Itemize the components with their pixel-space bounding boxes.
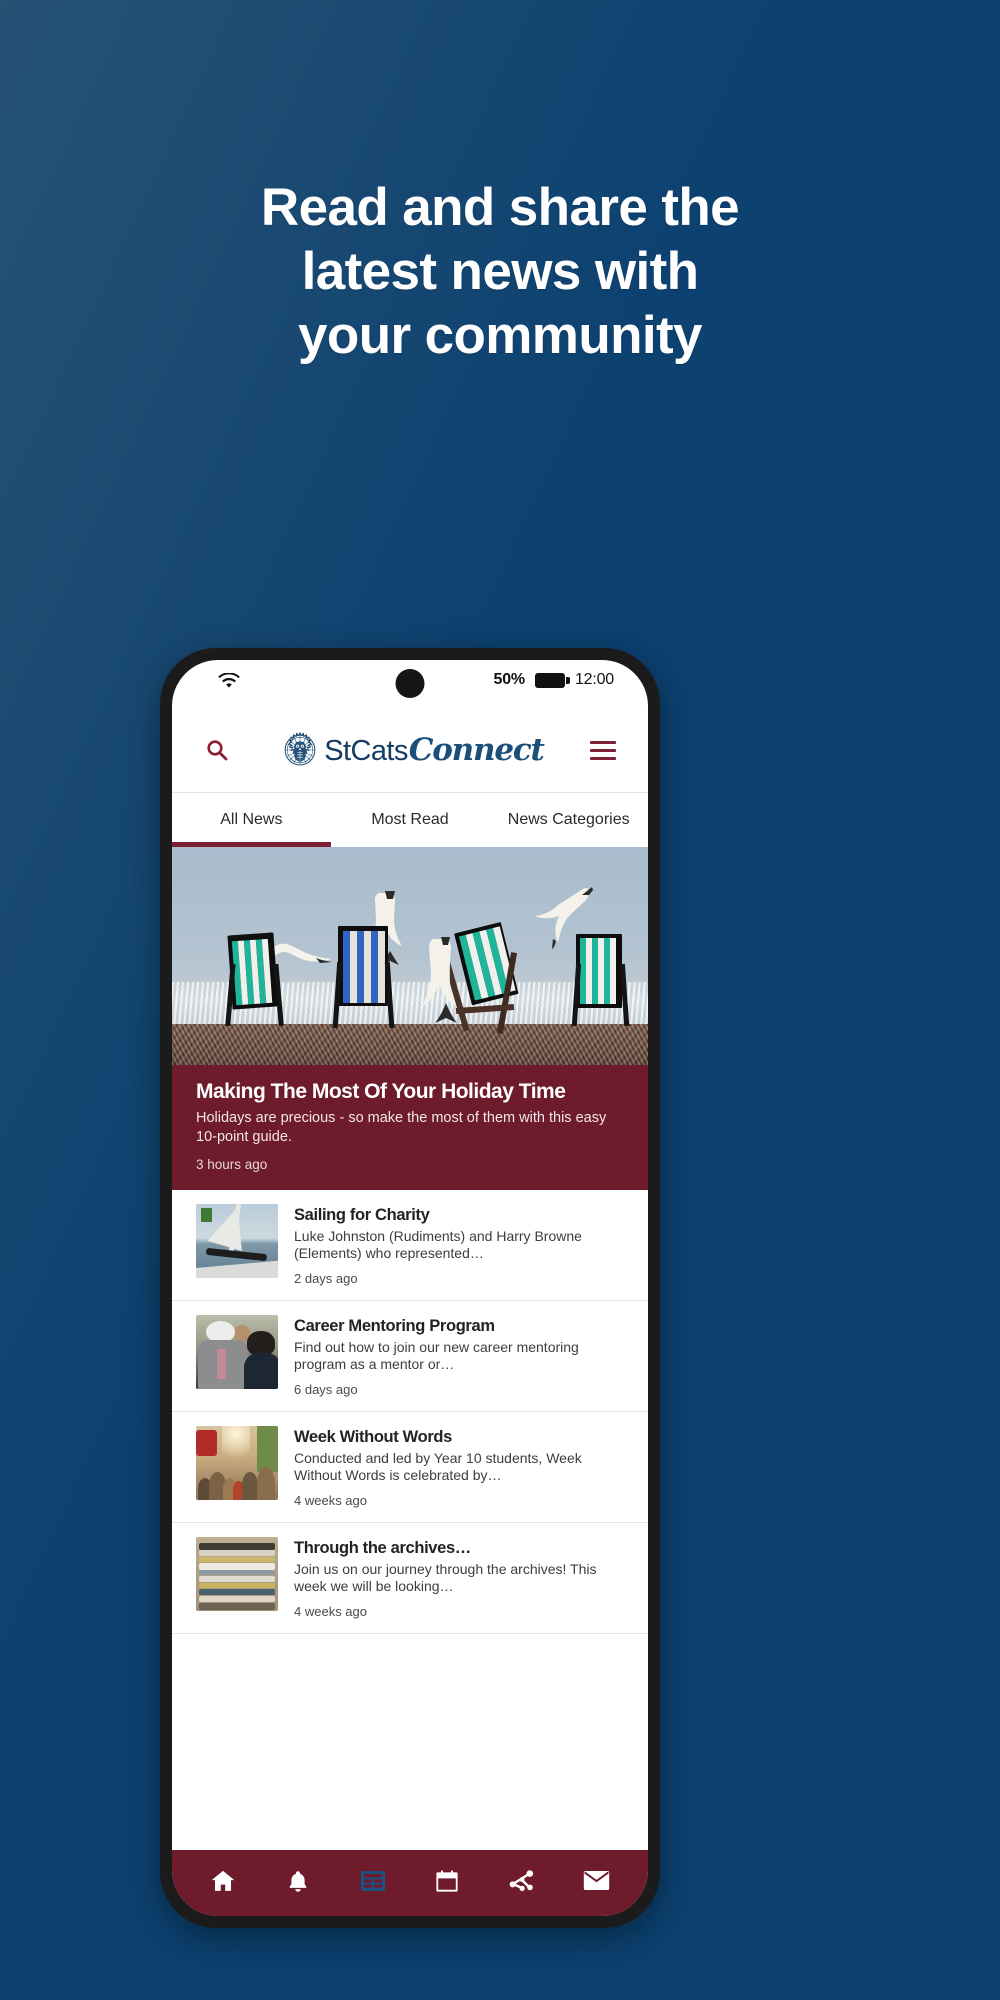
menu-bar-3	[590, 756, 616, 760]
sailing-boat-thumbnail	[196, 1204, 278, 1278]
hamburger-menu-icon[interactable]	[586, 740, 620, 760]
crowd-person	[256, 1467, 275, 1500]
list-item-title: Week Without Words	[294, 1428, 452, 1446]
list-item-text: Career Mentoring Program Find out how to…	[294, 1315, 626, 1397]
list-item-text: Through the archives… Join us on our jou…	[294, 1537, 626, 1619]
list-item-description: Conducted and led by Year 10 students, W…	[294, 1450, 582, 1483]
tab-most-read[interactable]: Most Read	[331, 793, 490, 847]
list-item-time: 4 weeks ago	[294, 1493, 367, 1508]
list-item-description: Join us on our journey through the archi…	[294, 1561, 597, 1594]
tab-news-categories[interactable]: News Categories	[489, 793, 648, 847]
bell-icon	[286, 1869, 310, 1898]
phone-mockup: 50% 12:00 StCats Connect All News Most R…	[160, 648, 660, 1928]
paper-stack-layer	[199, 1582, 275, 1589]
bottom-navigation-bar	[172, 1850, 648, 1916]
menu-bar-1	[590, 740, 616, 744]
list-item[interactable]: Sailing for Charity Luke Johnston (Rudim…	[172, 1190, 648, 1301]
hull-shape	[196, 1260, 278, 1278]
list-item-text: Sailing for Charity Luke Johnston (Rudim…	[294, 1204, 626, 1286]
paper-stack-layer	[199, 1602, 275, 1610]
nav-notifications-button[interactable]	[275, 1864, 321, 1902]
deckchair-icon	[332, 926, 395, 1029]
paper-stack-layer	[199, 1570, 275, 1576]
list-item-description: Luke Johnston (Rudiments) and Harry Brow…	[294, 1228, 582, 1261]
featured-article-time: 3 hours ago	[196, 1157, 268, 1172]
list-item[interactable]: Career Mentoring Program Find out how to…	[172, 1301, 648, 1412]
status-bar-right: 50% 12:00	[493, 671, 615, 689]
home-icon	[210, 1868, 236, 1899]
tie-shape	[217, 1349, 226, 1379]
tab-all-news[interactable]: All News	[172, 793, 331, 847]
nav-home-button[interactable]	[200, 1864, 246, 1902]
headline-line-2: latest news with	[301, 242, 699, 301]
article-list: Sailing for Charity Luke Johnston (Rudim…	[172, 1190, 648, 1850]
status-bar: 50% 12:00	[172, 660, 648, 708]
student-body-shape	[243, 1353, 278, 1389]
featured-article-card[interactable]: Making The Most Of Your Holiday Time Hol…	[172, 847, 648, 1190]
brand-main-text: StCats	[324, 735, 408, 767]
app-header: StCats Connect	[172, 708, 648, 792]
battery-icon	[534, 672, 570, 688]
camera-notch	[395, 669, 425, 698]
nav-share-button[interactable]	[499, 1864, 545, 1902]
battery-percent: 50%	[493, 671, 526, 688]
flag-shape	[200, 1208, 213, 1222]
paper-stack-layer	[199, 1556, 275, 1563]
nav-news-button[interactable]	[349, 1864, 396, 1902]
headline-line-3: your community	[298, 306, 702, 365]
crowd-person	[241, 1471, 259, 1500]
nav-calendar-button[interactable]	[424, 1864, 470, 1902]
paper-stack-layer	[199, 1588, 275, 1596]
calendar-icon	[435, 1869, 459, 1898]
share-network-icon	[509, 1869, 535, 1898]
nav-mail-button[interactable]	[574, 1864, 620, 1902]
list-item-title: Through the archives…	[294, 1539, 471, 1557]
news-list-icon	[360, 1869, 386, 1898]
news-tabs: All News Most Read News Categories	[172, 792, 648, 847]
deckchair-icon	[225, 932, 284, 1027]
list-item[interactable]: Through the archives… Join us on our jou…	[172, 1523, 648, 1634]
list-item-time: 4 weeks ago	[294, 1604, 367, 1619]
boom-shape	[205, 1248, 267, 1262]
paper-stack-layer	[199, 1550, 275, 1557]
sun-glow-shape	[222, 1426, 251, 1466]
list-item-title: Career Mentoring Program	[294, 1317, 495, 1335]
envelope-icon	[583, 1870, 610, 1896]
promo-headline: Read and share the latest news with your…	[0, 176, 1000, 368]
career-mentoring-thumbnail	[196, 1315, 278, 1389]
tab-all-news-label: All News	[220, 811, 283, 828]
featured-article-image	[172, 847, 648, 1065]
search-icon[interactable]	[200, 739, 234, 761]
app-logo[interactable]: StCats Connect	[234, 726, 586, 774]
menu-bar-2	[590, 748, 616, 752]
status-time: 12:00	[574, 671, 614, 688]
list-item-time: 2 days ago	[294, 1271, 358, 1286]
stacked-archives-thumbnail	[196, 1537, 278, 1611]
list-item-title: Sailing for Charity	[294, 1206, 430, 1224]
tab-most-read-label: Most Read	[371, 811, 449, 828]
list-item-time: 6 days ago	[294, 1382, 358, 1397]
crowded-street-thumbnail	[196, 1426, 278, 1500]
bus-shape	[196, 1430, 218, 1456]
paper-stack-layer	[199, 1576, 275, 1583]
paper-stack-layer	[199, 1596, 275, 1603]
featured-article-body: Making The Most Of Your Holiday Time Hol…	[172, 1065, 648, 1190]
building-shape	[256, 1426, 278, 1472]
featured-article-title: Making The Most Of Your Holiday Time	[196, 1080, 566, 1103]
paper-stack-layer	[199, 1542, 275, 1550]
tab-news-categories-label: News Categories	[507, 811, 630, 828]
list-item[interactable]: Week Without Words Conducted and led by …	[172, 1412, 648, 1523]
brand-script-text: Connect	[408, 732, 545, 768]
brand-wordmark: StCats Connect	[324, 732, 545, 768]
deckchair-icon	[450, 922, 519, 1035]
phone-screen: 50% 12:00 StCats Connect All News Most R…	[172, 660, 648, 1916]
featured-article-description: Holidays are precious - so make the most…	[196, 1110, 607, 1145]
headline-line-1: Read and share the	[260, 178, 740, 237]
list-item-description: Find out how to join our new career ment…	[294, 1339, 579, 1372]
wifi-icon	[218, 672, 240, 694]
owl-crest-logo-icon	[276, 726, 324, 774]
paper-stack-layer	[199, 1562, 275, 1570]
list-item-text: Week Without Words Conducted and led by …	[294, 1426, 626, 1508]
deckchair-icon	[571, 934, 630, 1027]
